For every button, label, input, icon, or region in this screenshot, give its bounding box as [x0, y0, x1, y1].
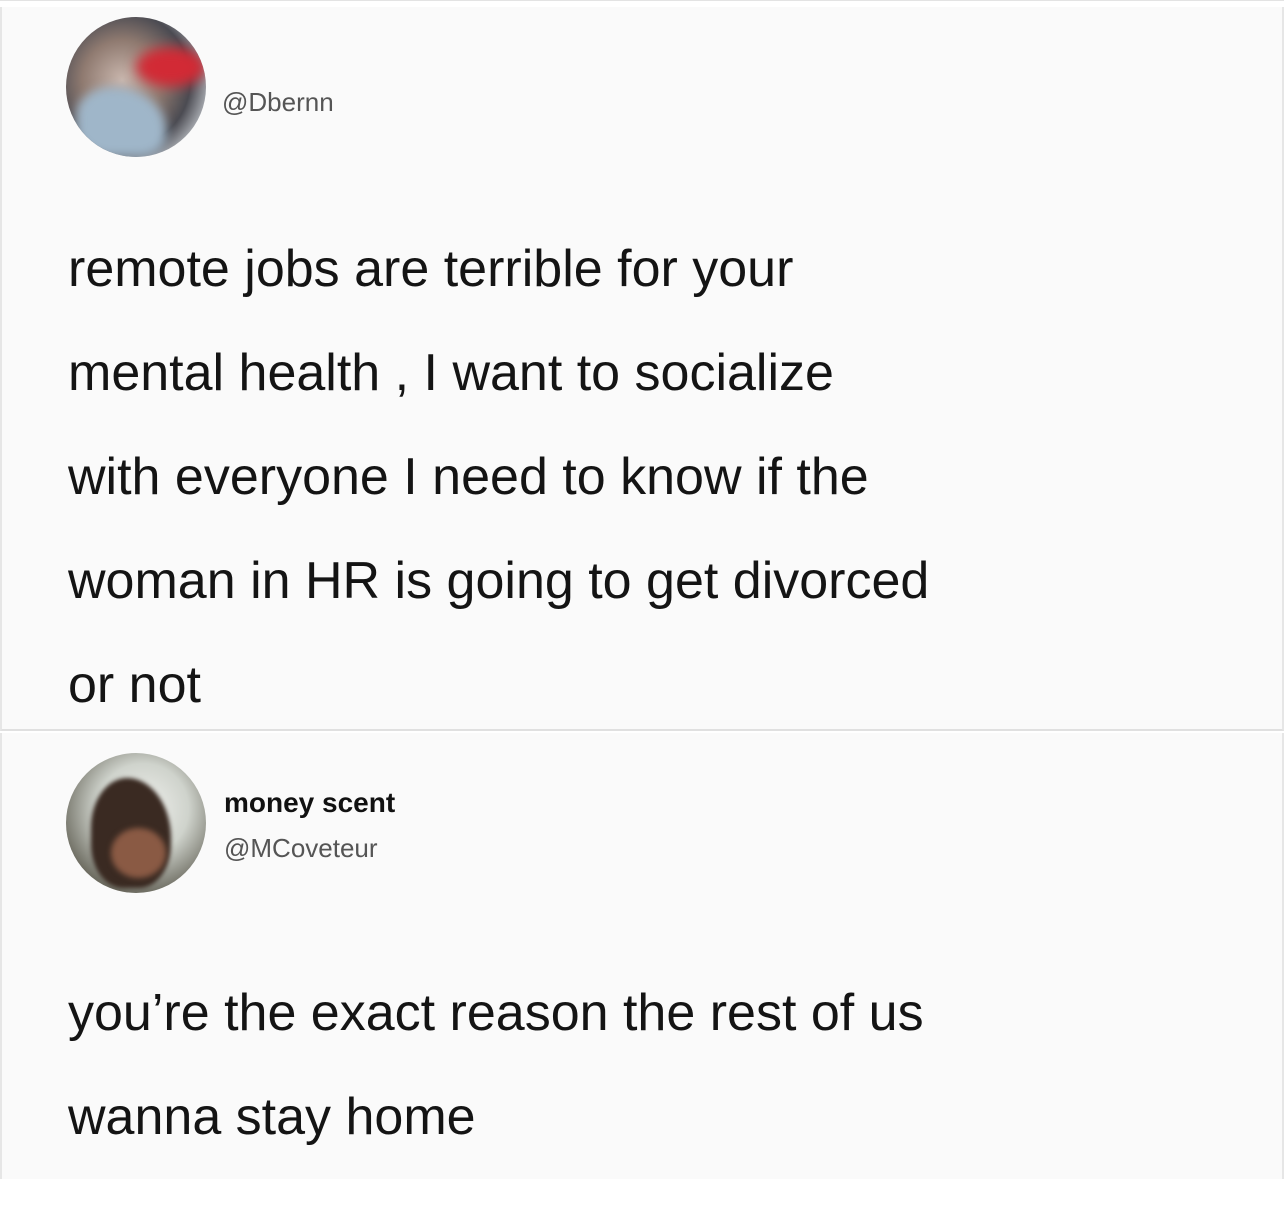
avatar-blur-detail	[111, 828, 166, 878]
avatar-blur-detail	[76, 87, 166, 157]
avatar[interactable]	[66, 753, 206, 893]
display-name[interactable]: money scent	[224, 787, 395, 819]
original-tweet[interactable]: @Dbernn remote jobs are terrible for you…	[0, 7, 1284, 731]
avatar-blur-detail	[136, 47, 206, 87]
user-handle[interactable]: @Dbernn	[222, 87, 334, 118]
tweet-text: you’re the exact reason the rest of us w…	[68, 984, 924, 1146]
screenshot-frame: @Dbernn remote jobs are terrible for you…	[0, 0, 1284, 1209]
reply-tweet[interactable]: money scent @MCoveteur you’re the exact …	[0, 733, 1284, 1179]
user-handle[interactable]: @MCoveteur	[224, 833, 378, 864]
avatar[interactable]	[66, 17, 206, 157]
tweet-text: remote jobs are terrible for your mental…	[68, 240, 930, 714]
